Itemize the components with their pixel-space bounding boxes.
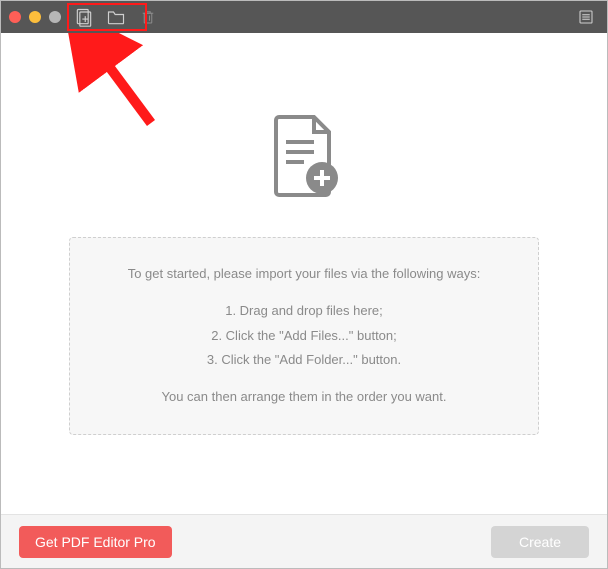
- instruction-step: 2. Click the "Add Files..." button;: [90, 324, 518, 349]
- annotation-arrow: [41, 33, 161, 153]
- delete-button[interactable]: [135, 4, 161, 30]
- create-button[interactable]: Create: [491, 526, 589, 558]
- trash-icon: [139, 8, 157, 26]
- minimize-window-button[interactable]: [29, 11, 41, 23]
- toolbar-left-group: [71, 4, 161, 30]
- list-icon: [577, 8, 595, 26]
- instructions-outro: You can then arrange them in the order y…: [90, 385, 518, 410]
- instruction-step: 1. Drag and drop files here;: [90, 299, 518, 324]
- get-pdf-editor-pro-button[interactable]: Get PDF Editor Pro: [19, 526, 172, 558]
- list-view-button[interactable]: [573, 4, 599, 30]
- instructions-intro: To get started, please import your files…: [90, 262, 518, 287]
- footer: Get PDF Editor Pro Create: [1, 514, 607, 568]
- titlebar: [1, 1, 607, 33]
- zoom-window-button[interactable]: [49, 11, 61, 23]
- drop-zone[interactable]: To get started, please import your files…: [1, 33, 607, 514]
- add-folder-button[interactable]: [103, 4, 129, 30]
- close-window-button[interactable]: [9, 11, 21, 23]
- instructions-panel: To get started, please import your files…: [69, 237, 539, 434]
- add-files-button[interactable]: [71, 4, 97, 30]
- empty-state-icon: [264, 112, 344, 207]
- window-controls: [9, 11, 61, 23]
- add-file-icon: [74, 7, 94, 27]
- instruction-step: 3. Click the "Add Folder..." button.: [90, 348, 518, 373]
- folder-icon: [106, 7, 126, 27]
